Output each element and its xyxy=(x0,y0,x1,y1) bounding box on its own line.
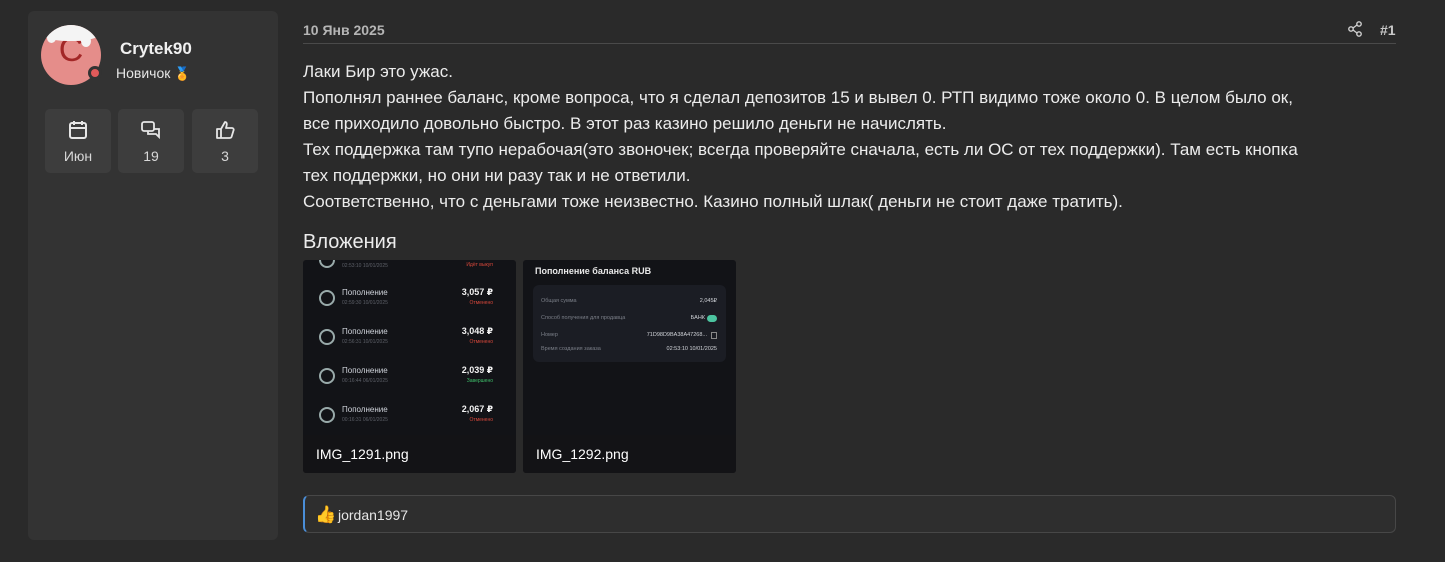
tx-time: 00:16:44 06/01/2025 xyxy=(342,378,388,384)
row-value: БАНК xyxy=(690,315,705,321)
stat-value: Июн xyxy=(63,148,93,164)
medal-icon: 🏅 xyxy=(174,66,191,81)
message-cell: 10 Янв 2025 #1 Лаки Бир это ужас. Пополн… xyxy=(303,11,1396,540)
message-header: 10 Янв 2025 #1 xyxy=(303,11,1396,44)
attachment-filename: IMG_1291.png xyxy=(303,435,516,473)
bank-badge-icon xyxy=(707,315,717,322)
thumbs-up-icon: 👍 xyxy=(315,505,337,524)
transaction-row: Пополнение 02:59:30 10/01/2025 3,057 ₽ Отме… xyxy=(311,282,507,316)
deposit-icon xyxy=(319,290,335,306)
stat-reactions[interactable]: 3 xyxy=(192,109,258,173)
row-label: Номер xyxy=(541,332,558,338)
share-icon[interactable] xyxy=(1347,21,1363,37)
attachments-title: Вложения xyxy=(303,231,397,253)
tx-amount: 2,067 ₽ xyxy=(461,404,493,414)
message-line: тех поддержки, но они ни разу так и не о… xyxy=(303,166,691,185)
balance-heading: Пополнение баланса RUB xyxy=(535,266,652,276)
tx-status: Отменено xyxy=(469,339,493,345)
message-line: Лаки Бир это ужас. xyxy=(303,62,453,81)
tx-status: Отменено xyxy=(469,417,493,423)
calendar-icon xyxy=(69,121,87,139)
reaction-user-link[interactable]: jordan1997 xyxy=(338,507,408,523)
message-body: Лаки Бир это ужас. Пополнял раннее балан… xyxy=(303,59,1396,215)
attachment-thumbnail[interactable]: 02:53:10 10/01/2025 Идёт выкуп Пополнени… xyxy=(303,260,516,473)
reactions-bar[interactable]: 👍 jordan1997 xyxy=(303,495,1396,533)
tx-time: 02:53:10 10/01/2025 xyxy=(342,263,388,269)
tx-label: Пополнение xyxy=(342,327,388,336)
tx-row-partial: 02:53:10 10/01/2025 Идёт выкуп xyxy=(311,260,507,274)
tx-status: Идёт выкуп xyxy=(466,262,493,268)
deposit-icon xyxy=(319,407,335,423)
user-title: Новичок 🏅 xyxy=(116,65,191,82)
tx-label: Пополнение xyxy=(342,405,388,414)
post-date[interactable]: 10 Янв 2025 xyxy=(303,22,385,38)
message-line: все приходило довольно быстро. В этот ра… xyxy=(303,114,947,133)
transaction-row: Пополнение 00:16:44 06/01/2025 2,039 ₽ Заве… xyxy=(311,360,507,394)
row-value: 2,045₽ xyxy=(699,298,717,304)
tx-amount: 3,048 ₽ xyxy=(461,326,493,336)
post: C Crytek90 Новичок 🏅 Июн 19 3 10 Янв 202… xyxy=(28,11,1408,542)
row-label: Время создания заказа xyxy=(541,346,601,352)
attachment-filename: IMG_1292.png xyxy=(523,435,736,473)
tx-time: 02:56:31 10/01/2025 xyxy=(342,339,388,345)
message-line: Соответственно, что с деньгами тоже неиз… xyxy=(303,192,1123,211)
tx-label: Пополнение xyxy=(342,366,388,375)
post-number-link[interactable]: #1 xyxy=(1380,22,1396,38)
tx-time: 00:16:31 06/01/2025 xyxy=(342,417,388,423)
thumbs-up-icon xyxy=(216,121,235,139)
tx-label: Пополнение xyxy=(342,288,388,297)
stat-value: 3 xyxy=(221,148,229,164)
username-link[interactable]: Crytek90 xyxy=(120,39,192,59)
tx-status: Отменено xyxy=(469,300,493,306)
messages-icon xyxy=(141,121,160,140)
stat-joined[interactable]: Июн xyxy=(45,109,111,173)
row-value: 02:53:10 10/01/2025 xyxy=(666,346,717,352)
user-rank: Новичок xyxy=(116,65,171,81)
balance-row: Номер 71D98D9BA38A47268... xyxy=(541,332,719,339)
tx-icon xyxy=(319,260,335,268)
row-value: 71D98D9BA38A47268... xyxy=(646,332,707,338)
tx-amount: 3,057 ₽ xyxy=(461,287,493,297)
message-line: Тех поддержка там тупо нерабочая(это зво… xyxy=(303,140,1298,159)
stat-value: 19 xyxy=(143,148,159,164)
deposit-icon xyxy=(319,368,335,384)
message-line: Пополнял раннее баланс, кроме вопроса, ч… xyxy=(303,88,1293,107)
snow-drip xyxy=(47,33,56,43)
row-label: Общая сумма xyxy=(541,298,577,304)
tx-status: Завершено xyxy=(466,378,493,384)
snow-drip xyxy=(81,35,91,47)
tx-amount: 2,039 ₽ xyxy=(461,365,493,375)
transaction-row: Пополнение 02:56:31 10/01/2025 3,048 ₽ Отме… xyxy=(311,321,507,355)
stat-messages[interactable]: 19 xyxy=(118,109,184,173)
attachment-thumbnail[interactable]: Пополнение баланса RUB Общая сумма 2,045₽… xyxy=(523,260,736,473)
copy-icon xyxy=(711,332,717,339)
transaction-row: Пополнение 00:16:31 06/01/2025 2,067 ₽ Отме… xyxy=(311,399,507,433)
balance-card: Общая сумма 2,045₽ Способ получения для п… xyxy=(533,285,726,362)
deposit-icon xyxy=(319,329,335,345)
user-cell: C Crytek90 Новичок 🏅 Июн 19 3 xyxy=(28,11,278,540)
tx-time: 02:59:30 10/01/2025 xyxy=(342,300,388,306)
balance-row: Способ получения для продавца БАНК xyxy=(541,315,719,322)
row-label: Способ получения для продавца xyxy=(541,315,626,321)
balance-row: Время создания заказа 02:53:10 10/01/2025 xyxy=(541,346,719,352)
online-status-dot xyxy=(88,66,102,80)
balance-row: Общая сумма 2,045₽ xyxy=(541,298,719,304)
